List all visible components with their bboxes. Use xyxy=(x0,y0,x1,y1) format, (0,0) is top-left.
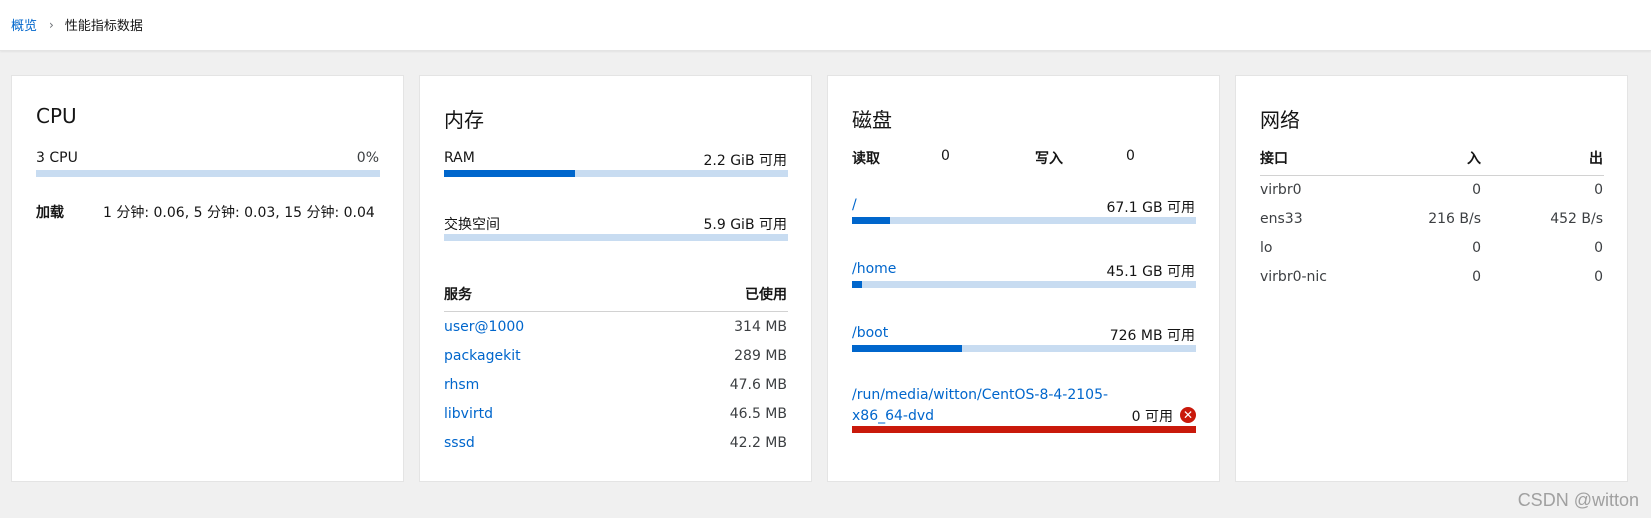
mount-path-dvd-line1: /run/media/witton/CentOS-8-4-2105- xyxy=(852,387,1109,403)
cpu-card-title: CPU xyxy=(36,104,77,128)
iface-out: 452 B/s xyxy=(1550,211,1603,227)
memory-card-title: 内存 xyxy=(444,108,484,132)
iface-name: virbr0 xyxy=(1260,182,1302,198)
swap-usage-bar xyxy=(444,234,788,241)
service-used-packagekit: 289 MB xyxy=(734,348,787,364)
top-bar: 概览 › 性能指标数据 xyxy=(0,0,1651,51)
chevron-right-icon: › xyxy=(49,17,54,32)
iface-in: 0 xyxy=(1472,269,1481,285)
iface-header: 接口 xyxy=(1260,151,1288,167)
disk-read-value: 0 xyxy=(941,148,950,164)
disk-card: 磁盘 读取 0 写入 0 / 67.1 GB 可用 /home 45.1 GB … xyxy=(827,75,1220,482)
iface-out: 0 xyxy=(1594,240,1603,256)
swap-available: 5.9 GiB 可用 xyxy=(703,217,787,233)
mount-usage-bar-fill-boot xyxy=(852,345,963,352)
mount-link-boot[interactable]: /boot xyxy=(852,325,888,341)
mount-usage-bar-home xyxy=(852,281,1196,288)
mount-usage-bar-fill-dvd xyxy=(852,426,1196,433)
services-divider xyxy=(444,311,788,312)
cpu-card: CPU 3 CPU 0% 加载 1 分钟: 0.06, 5 分钟: 0.03, … xyxy=(11,75,404,482)
disk-write-value: 0 xyxy=(1126,148,1135,164)
mount-avail-boot: 726 MB 可用 xyxy=(1109,328,1195,344)
cpu-usage-bar xyxy=(36,170,380,177)
iface-in: 0 xyxy=(1472,182,1481,198)
service-used-libvirtd: 46.5 MB xyxy=(729,406,787,422)
iface-name: virbr0-nic xyxy=(1260,269,1327,285)
mount-link-root[interactable]: / xyxy=(852,197,857,213)
ram-usage-bar-fill xyxy=(444,170,575,177)
iface-out: 0 xyxy=(1594,269,1603,285)
breadcrumb: 概览 › 性能指标数据 xyxy=(11,15,143,35)
ram-label: RAM xyxy=(444,150,475,166)
mount-usage-bar-fill-home xyxy=(852,281,863,288)
swap-label: 交换空间 xyxy=(444,217,500,233)
ram-usage-bar xyxy=(444,170,788,177)
watermark: CSDN @witton xyxy=(1517,490,1639,510)
network-card-title: 网络 xyxy=(1260,108,1300,132)
service-used-rhsm: 47.6 MB xyxy=(729,377,787,393)
cpu-count-label: 3 CPU xyxy=(36,150,78,166)
error-circle-icon: ✕ xyxy=(1180,407,1196,423)
disk-card-title: 磁盘 xyxy=(852,108,892,132)
mount-usage-bar-dvd xyxy=(852,426,1196,433)
mount-link-home[interactable]: /home xyxy=(852,261,896,277)
service-used-sssd: 42.2 MB xyxy=(729,435,787,451)
mount-avail-root: 67.1 GB 可用 xyxy=(1106,200,1195,216)
disk-write-label: 写入 xyxy=(1035,151,1063,167)
network-divider xyxy=(1260,175,1604,176)
load-value: 1 分钟: 0.06, 5 分钟: 0.03, 15 分钟: 0.04 xyxy=(103,205,375,221)
iface-in: 216 B/s xyxy=(1428,211,1481,227)
breadcrumb-current: 性能指标数据 xyxy=(64,19,143,34)
load-label: 加载 xyxy=(36,205,64,221)
mount-path-dvd-line2: x86_64-dvd xyxy=(852,408,935,424)
iface-out: 0 xyxy=(1594,182,1603,198)
mount-usage-bar-boot xyxy=(852,345,1196,352)
network-card: 网络 接口 入 出 virbr0 0 0 ens33 216 B/s 452 B… xyxy=(1235,75,1628,482)
iface-in: 0 xyxy=(1472,240,1481,256)
service-link-rhsm[interactable]: rhsm xyxy=(444,377,479,393)
out-header: 出 xyxy=(1589,151,1603,167)
service-link-libvirtd[interactable]: libvirtd xyxy=(444,406,493,422)
breadcrumb-overview-link[interactable]: 概览 xyxy=(11,15,37,34)
disk-read-label: 读取 xyxy=(852,151,880,167)
mount-usage-bar-root xyxy=(852,217,1196,224)
memory-card: 内存 RAM 2.2 GiB 可用 交换空间 5.9 GiB 可用 服务 已使用… xyxy=(419,75,812,482)
mount-avail-dvd: 0 可用 xyxy=(1131,409,1173,425)
in-header: 入 xyxy=(1467,151,1481,167)
iface-name: ens33 xyxy=(1260,211,1303,227)
mount-usage-bar-fill-root xyxy=(852,217,890,224)
mount-avail-home: 45.1 GB 可用 xyxy=(1106,264,1195,280)
ram-available: 2.2 GiB 可用 xyxy=(703,153,787,169)
services-header: 服务 xyxy=(444,287,472,303)
iface-name: lo xyxy=(1260,240,1273,256)
mount-link-dvd[interactable]: /run/media/witton/CentOS-8-4-2105- x86_6… xyxy=(852,385,1108,427)
service-link-user1000[interactable]: user@1000 xyxy=(444,319,524,335)
service-link-sssd[interactable]: sssd xyxy=(444,435,475,451)
service-used-user1000: 314 MB xyxy=(734,319,787,335)
used-header: 已使用 xyxy=(745,287,787,303)
service-link-packagekit[interactable]: packagekit xyxy=(444,348,521,364)
cpu-usage-value: 0% xyxy=(356,150,379,166)
